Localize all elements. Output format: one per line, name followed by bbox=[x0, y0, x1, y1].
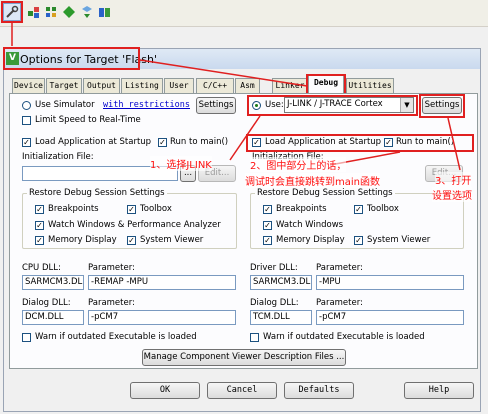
annotation-select-jlink: 1、选择JLINK bbox=[150, 156, 212, 171]
annotation-open-settings-1: 3、打开 bbox=[435, 172, 472, 187]
annotation-open-settings-2: 设置选项 bbox=[432, 187, 472, 202]
annotation-run-to-main-1: 2、图中部分上的话， bbox=[250, 157, 347, 172]
annotation-run-to-main-2: 调试时会直接跳转到main函数 bbox=[245, 173, 380, 188]
annotation-arrows bbox=[11, 22, 461, 171]
